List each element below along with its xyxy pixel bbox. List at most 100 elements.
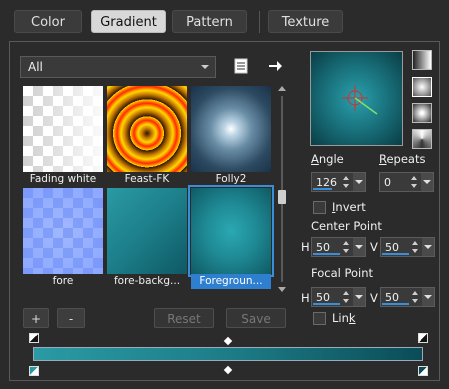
repeats-value: 0: [384, 176, 391, 189]
down-icon[interactable]: [343, 184, 349, 188]
repeats-spinner[interactable]: 0: [379, 172, 434, 192]
tab-texture[interactable]: Texture: [268, 10, 343, 33]
center-h-dropdown[interactable]: [353, 238, 365, 256]
gradient-bar[interactable]: [33, 347, 423, 361]
library-scrollbar[interactable]: [276, 86, 288, 292]
chevron-down-icon: [423, 180, 431, 184]
tile-label: Foregroun...: [191, 274, 271, 289]
focal-h-dropdown[interactable]: [353, 288, 365, 306]
chevron-down-icon: [424, 245, 432, 249]
color-stop-left[interactable]: [29, 366, 39, 376]
fore-background-swatch: [107, 188, 187, 274]
tab-pattern[interactable]: Pattern: [172, 10, 247, 33]
focal-v-fill: [382, 303, 409, 305]
remove-gradient-button[interactable]: -: [57, 308, 85, 328]
center-h-fill: [313, 253, 340, 255]
folly2-swatch: [191, 86, 271, 172]
gradient-tile-feast-fk[interactable]: Feast-FK: [107, 86, 187, 185]
linear-style-button[interactable]: [412, 50, 432, 70]
fading-white-swatch: [23, 86, 103, 172]
library-filter-value: All: [28, 60, 43, 74]
rectangular-style-button[interactable]: [412, 77, 432, 97]
invert-checkbox[interactable]: [313, 201, 326, 214]
gradient-preview[interactable]: [310, 51, 403, 146]
down-icon[interactable]: [411, 184, 417, 188]
tile-label: fore-backg...: [113, 275, 181, 287]
foreground-swatch: [191, 188, 271, 274]
chevron-down-icon: [355, 245, 363, 249]
focal-h-stepper[interactable]: [342, 289, 352, 305]
down-icon[interactable]: [343, 249, 349, 253]
up-icon[interactable]: [343, 241, 349, 245]
up-icon[interactable]: [412, 291, 418, 295]
scroll-down-icon[interactable]: [278, 287, 286, 292]
focal-h-fill: [313, 303, 340, 305]
rectangular-gradient-icon: [413, 78, 431, 96]
resource-manager-icon: [234, 58, 248, 74]
gradient-tile-fore[interactable]: fore: [23, 188, 103, 287]
repeats-stepper[interactable]: [410, 174, 420, 190]
down-icon[interactable]: [343, 299, 349, 303]
center-point-title: Center Point: [311, 219, 382, 233]
center-v-dropdown[interactable]: [422, 238, 434, 256]
focal-v-spinner[interactable]: 50: [380, 287, 435, 307]
up-icon[interactable]: [343, 176, 349, 180]
link-checkbox[interactable]: [313, 312, 326, 325]
down-icon[interactable]: [412, 299, 418, 303]
tile-label: Feast-FK: [124, 173, 170, 185]
focal-point-title: Focal Point: [311, 266, 374, 280]
center-h-stepper[interactable]: [342, 239, 352, 255]
tile-label: Folly2: [215, 173, 247, 185]
library-menu-button[interactable]: [232, 57, 250, 75]
opacity-stop-right[interactable]: [418, 333, 428, 343]
center-v-spinner[interactable]: 50: [380, 237, 435, 257]
focal-v-dropdown[interactable]: [422, 288, 434, 306]
scroll-up-icon[interactable]: [278, 86, 286, 91]
next-arrow-button[interactable]: [266, 57, 284, 75]
add-gradient-button[interactable]: +: [23, 308, 49, 328]
tab-gradient[interactable]: Gradient: [91, 10, 166, 33]
center-v-label: V: [370, 240, 378, 254]
up-icon[interactable]: [343, 291, 349, 295]
sunburst-gradient-icon: [413, 104, 431, 122]
linear-gradient-icon: [413, 51, 431, 69]
radial-style-button[interactable]: [412, 129, 432, 149]
angle-spinner[interactable]: 126: [311, 172, 366, 192]
angle-stepper[interactable]: [342, 174, 352, 190]
fore-swatch: [23, 188, 103, 274]
focal-h-spinner[interactable]: 50: [311, 287, 366, 307]
invert-label: Invert: [332, 200, 366, 214]
library-filter-dropdown[interactable]: All: [20, 56, 216, 78]
chevron-down-icon: [424, 295, 432, 299]
focal-v-stepper[interactable]: [411, 289, 421, 305]
reset-button[interactable]: Reset: [154, 308, 214, 328]
up-icon[interactable]: [412, 241, 418, 245]
sunburst-style-button[interactable]: [412, 103, 432, 123]
chevron-down-icon: [355, 180, 363, 184]
color-stop-right[interactable]: [418, 366, 428, 376]
radial-gradient-icon: [413, 130, 431, 148]
center-v-stepper[interactable]: [411, 239, 421, 255]
angle-dropdown[interactable]: [353, 173, 365, 191]
down-icon[interactable]: [412, 249, 418, 253]
repeats-dropdown[interactable]: [421, 173, 433, 191]
tile-label: Fading white: [29, 173, 97, 185]
center-h-spinner[interactable]: 50: [311, 237, 366, 257]
angle-fill: [313, 188, 332, 190]
tab-separator: [259, 11, 260, 33]
center-v-fill: [382, 253, 409, 255]
center-h-label: H: [301, 240, 310, 254]
up-icon[interactable]: [411, 176, 417, 180]
chevron-down-icon: [355, 295, 363, 299]
angle-crosshair-icon: [342, 85, 378, 115]
gradient-tile-fading-white[interactable]: Fading white: [23, 86, 103, 185]
scroll-track: [281, 96, 283, 282]
tab-color[interactable]: Color: [14, 10, 82, 33]
gradient-tile-folly2[interactable]: Folly2: [191, 86, 271, 185]
link-label: Link: [332, 311, 356, 325]
save-button[interactable]: Save: [226, 308, 286, 328]
scroll-thumb[interactable]: [278, 190, 286, 204]
opacity-stop-left[interactable]: [29, 333, 39, 343]
gradient-tile-fore-background[interactable]: fore-backg...: [107, 188, 187, 287]
gradient-tile-foreground[interactable]: Foregroun...: [188, 185, 274, 289]
